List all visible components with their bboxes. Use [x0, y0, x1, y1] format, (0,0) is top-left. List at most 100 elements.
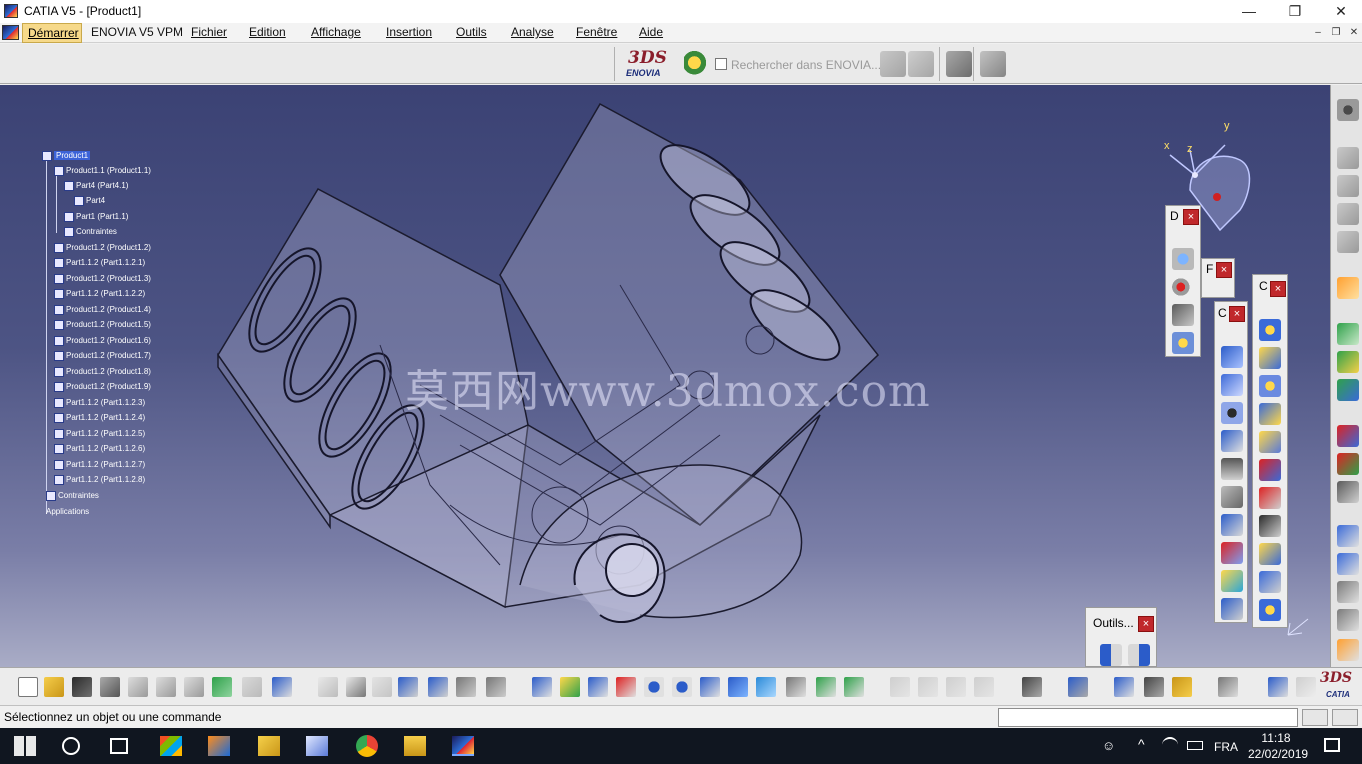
- enhanced-scene-icon[interactable]: [1337, 453, 1359, 475]
- copy-icon[interactable]: [156, 677, 176, 697]
- new-product-icon[interactable]: [1259, 347, 1281, 369]
- comment-icon[interactable]: [346, 677, 366, 697]
- catia-task-icon[interactable]: [452, 736, 474, 756]
- maximize-button[interactable]: ❐: [1272, 0, 1318, 23]
- hide-show-icon[interactable]: [816, 677, 836, 697]
- 3d-viewport[interactable]: x y z 莫西网www.3dmox.com: [0, 85, 1330, 667]
- manipulate-icon[interactable]: [1172, 276, 1194, 298]
- print-icon[interactable]: [100, 677, 120, 697]
- menu-fichier[interactable]: Fichier: [191, 25, 227, 39]
- floating-toolbar-constraints[interactable]: C ×: [1214, 301, 1248, 623]
- pan-icon[interactable]: [588, 677, 608, 697]
- floating-toolbar-outils[interactable]: Outils... ×: [1085, 607, 1157, 667]
- menu-demarrer[interactable]: Démarrer: [22, 23, 82, 43]
- close-floating-toolbar-product-structure-button[interactable]: ×: [1270, 281, 1286, 297]
- formula-icon[interactable]: [318, 677, 338, 697]
- multi-view-icon[interactable]: [728, 677, 748, 697]
- close-floating-toolbar-f-button[interactable]: ×: [1216, 262, 1232, 278]
- new-component-icon[interactable]: [1259, 319, 1281, 341]
- task-view-icon[interactable]: [110, 738, 128, 754]
- existing-component-icon[interactable]: [1259, 403, 1281, 425]
- enovia-search-icon[interactable]: [880, 51, 906, 77]
- update-icon[interactable]: [1100, 644, 1122, 666]
- media-player-icon[interactable]: [208, 736, 230, 756]
- catia-app-icon[interactable]: [4, 4, 18, 18]
- floating-toolbar-product-structure[interactable]: C ×: [1252, 274, 1288, 628]
- people-icon[interactable]: ☺: [1102, 738, 1118, 754]
- mdi-close-button[interactable]: ✕: [1346, 26, 1362, 40]
- angle-constraint-icon[interactable]: [1221, 430, 1243, 452]
- up-arrow-icon[interactable]: [1296, 677, 1316, 697]
- wifi-icon[interactable]: [1162, 737, 1178, 753]
- mdi-restore-button[interactable]: ❐: [1328, 26, 1344, 40]
- close-window-button[interactable]: ✕: [1318, 0, 1362, 23]
- text-abc-icon[interactable]: [1337, 553, 1359, 575]
- eraser-icon[interactable]: [1268, 677, 1288, 697]
- scenes-icon[interactable]: [1337, 425, 1359, 447]
- redo-icon[interactable]: [242, 677, 262, 697]
- mdi-minimize-button[interactable]: –: [1310, 26, 1326, 40]
- explode-icon[interactable]: [1172, 304, 1194, 326]
- graph-tree-reordering-icon[interactable]: [1259, 459, 1281, 481]
- swap-visible-space-icon[interactable]: [844, 677, 864, 697]
- remote-desktop-icon[interactable]: [306, 736, 328, 756]
- workbench-icon[interactable]: [2, 25, 19, 40]
- cortana-search-icon[interactable]: [62, 737, 80, 755]
- flexible-subassembly-icon[interactable]: [1221, 542, 1243, 564]
- shading-icon[interactable]: [786, 677, 806, 697]
- windows-start-icon[interactable]: [14, 736, 36, 756]
- notes-app-icon[interactable]: [258, 736, 280, 756]
- new-document-icon[interactable]: [18, 677, 38, 697]
- update-all-icon[interactable]: [1128, 644, 1150, 666]
- floating-toolbar-d[interactable]: D ×: [1165, 205, 1201, 357]
- paste-icon[interactable]: [184, 677, 204, 697]
- new-part-icon[interactable]: [1259, 375, 1281, 397]
- chrome-icon[interactable]: [356, 735, 378, 757]
- close-floating-toolbar-d-button[interactable]: ×: [1183, 209, 1199, 225]
- replace-component-icon[interactable]: [1259, 431, 1281, 453]
- weld-icon[interactable]: [1337, 609, 1359, 631]
- reuse-pattern-icon[interactable]: [1221, 598, 1243, 620]
- battery-icon[interactable]: [1187, 741, 1203, 750]
- links-icon[interactable]: [1337, 379, 1359, 401]
- sketcher-icon[interactable]: [890, 677, 910, 697]
- clock[interactable]: 11:18 22/02/2019: [1248, 730, 1308, 762]
- iso-view-icon[interactable]: [756, 677, 776, 697]
- bill-of-material-icon[interactable]: [1337, 481, 1359, 503]
- menu-outils[interactable]: Outils: [456, 25, 487, 39]
- manage-representations-icon[interactable]: [1259, 543, 1281, 565]
- menu-insertion[interactable]: Insertion: [386, 25, 432, 39]
- search-enovia-checkbox[interactable]: [715, 58, 727, 70]
- update-bottom-icon[interactable]: [1218, 677, 1238, 697]
- measure-inertia-icon[interactable]: [1172, 677, 1192, 697]
- sectioning-icon[interactable]: [1337, 203, 1359, 225]
- contact-constraint-icon[interactable]: [1221, 374, 1243, 396]
- stop-button[interactable]: [1332, 709, 1358, 726]
- rotate-icon[interactable]: [616, 677, 636, 697]
- fix-together-icon[interactable]: [1221, 486, 1243, 508]
- close-floating-toolbar-constraints-button[interactable]: ×: [1229, 306, 1245, 322]
- distance-icon[interactable]: [1337, 231, 1359, 253]
- snap-icon[interactable]: [1172, 332, 1194, 354]
- publish-icon[interactable]: [1337, 351, 1359, 373]
- catalog-icon[interactable]: [1337, 323, 1359, 345]
- annotation-icon[interactable]: [1337, 525, 1359, 547]
- minimize-button[interactable]: —: [1226, 0, 1272, 23]
- menu-analyse[interactable]: Analyse: [511, 25, 554, 39]
- whats-this-icon[interactable]: [272, 677, 292, 697]
- lock-icon[interactable]: [456, 677, 476, 697]
- zoom-out-icon[interactable]: [672, 677, 692, 697]
- clash-icon[interactable]: [1337, 175, 1359, 197]
- measure-item-icon[interactable]: [1144, 677, 1164, 697]
- menu-enovia[interactable]: ENOVIA V5 VPM: [91, 25, 183, 39]
- file-explorer-icon[interactable]: [404, 736, 426, 756]
- light-icon[interactable]: [372, 677, 392, 697]
- zoom-in-icon[interactable]: [644, 677, 664, 697]
- cut-icon[interactable]: [128, 677, 148, 697]
- enovia-tools-icon[interactable]: [946, 51, 972, 77]
- chevron-up-icon[interactable]: ^: [1138, 736, 1145, 752]
- enovia-refresh-icon[interactable]: [980, 51, 1006, 77]
- close-floating-toolbar-outils-button[interactable]: ×: [1138, 616, 1154, 632]
- dress-up-icon[interactable]: [974, 677, 994, 697]
- command-input[interactable]: [998, 708, 1298, 727]
